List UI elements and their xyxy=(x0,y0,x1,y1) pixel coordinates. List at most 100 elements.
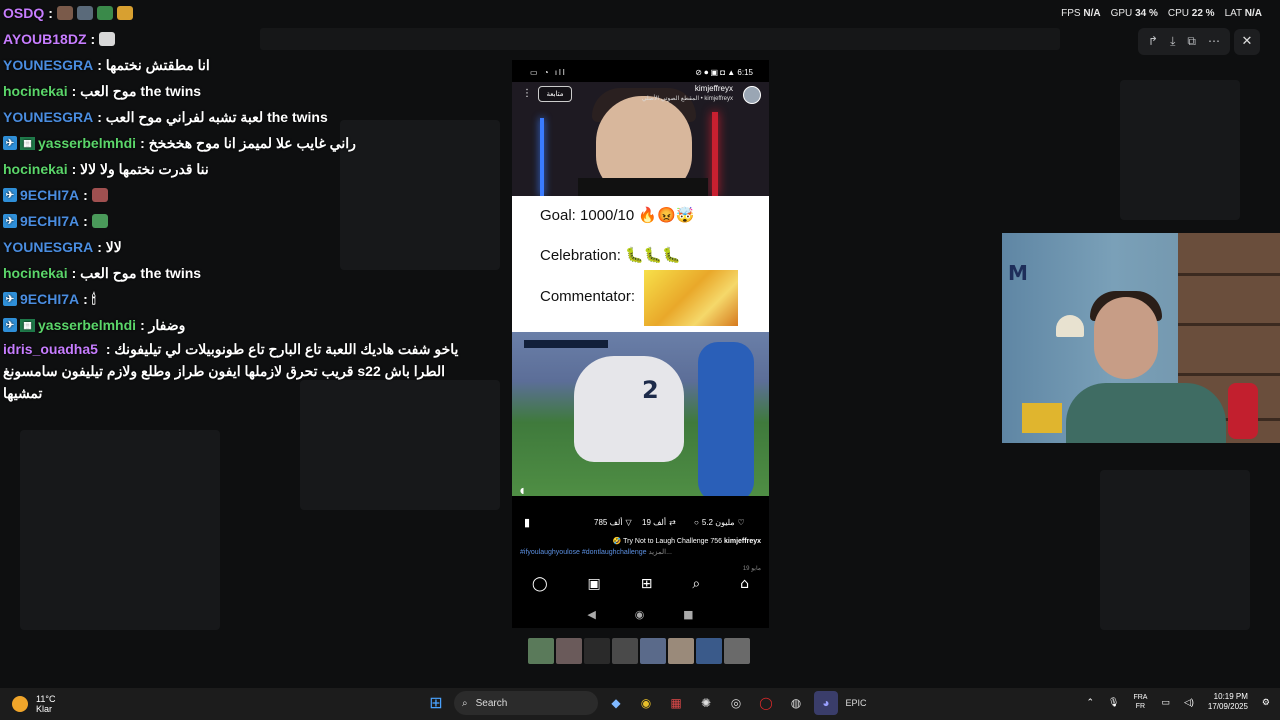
meme-celebration: Celebration: 🐛🐛🐛 xyxy=(540,247,682,264)
thumbnail[interactable] xyxy=(724,638,750,664)
account-name: kimjeffreyx xyxy=(694,84,733,93)
meme-commentator: Commentator: xyxy=(540,288,636,305)
performance-stats: FPS N/A GPU 34 % CPU 22 % LAT N/A xyxy=(1061,8,1262,19)
chat-username: OSDQ xyxy=(3,5,45,21)
reels-icon[interactable]: ▣ xyxy=(588,576,601,592)
chat-text: : xyxy=(90,31,96,47)
chat-message: idris_ouadha5 : ياخو شفت هاديك اللعبة تا… xyxy=(3,338,473,404)
chat-text: : راني غايب علا لميمز انا موح هخخخخ xyxy=(140,134,356,151)
recents-icon[interactable]: ■ xyxy=(683,608,693,621)
thumbnail[interactable] xyxy=(556,638,582,664)
app-icon[interactable]: ◎ xyxy=(724,691,748,715)
back-icon[interactable]: ◀ xyxy=(587,608,595,621)
system-tray: ⌃ 🎙 FRA FR ▭ ◁) 10:19 PM 17/09/2025 ⚙ xyxy=(1086,692,1270,712)
chat-username: hocinekai xyxy=(3,83,68,99)
notification-icon[interactable]: ⚙ xyxy=(1262,697,1270,708)
more-icon[interactable]: ⋯ xyxy=(1208,34,1220,49)
stat-fps: FPS N/A xyxy=(1061,8,1101,19)
steam-icon[interactable]: ◆ xyxy=(604,691,628,715)
chat-username: 9ECHI7A xyxy=(20,291,80,307)
chat-text: : موح العب the twins xyxy=(71,264,202,281)
reel-caption[interactable]: 🤣 Try Not to Laugh Challenge 756 kimjeff… xyxy=(512,536,769,575)
emote-icon xyxy=(99,32,116,46)
share-icon[interactable]: ↱ xyxy=(1148,34,1158,49)
stat-cpu: CPU 22 % xyxy=(1167,8,1215,19)
chat-message: YOUNESGRA : انا مطقتش نختمها xyxy=(3,52,503,78)
language-indicator[interactable]: FRA FR xyxy=(1133,693,1147,711)
profile-icon[interactable]: ◯ xyxy=(532,576,548,592)
android-nav-bar: ◀ ◉ ■ xyxy=(512,604,769,624)
home-button-icon[interactable]: ◉ xyxy=(635,608,645,621)
thumbnail[interactable] xyxy=(640,638,666,664)
chat-text: : لالا xyxy=(97,238,122,255)
chat-message: YOUNESGRA : لعبة تشبه لفراني موح العب th… xyxy=(3,104,503,130)
account-avatar[interactable] xyxy=(743,86,761,104)
thumbnail[interactable] xyxy=(668,638,694,664)
chatgpt-icon[interactable]: ✺ xyxy=(694,691,718,715)
close-icon[interactable]: ✕ xyxy=(1234,28,1260,55)
volume-icon[interactable]: ◁) xyxy=(1184,697,1194,708)
chat-username: hocinekai xyxy=(3,161,68,177)
chat-username: YOUNESGRA xyxy=(3,239,94,255)
create-icon[interactable]: ⊞ xyxy=(641,576,653,592)
stat-lat: LAT N/A xyxy=(1224,8,1262,19)
more-options-icon[interactable]: ⋮ xyxy=(522,88,532,99)
weather-widget[interactable]: 11°C Klar xyxy=(12,694,55,714)
search-icon[interactable]: ⌕ xyxy=(692,576,700,592)
white-player xyxy=(574,356,684,462)
chat-username: YOUNESGRA xyxy=(3,109,94,125)
chat-overlay: OSDQ : AYOUB18DZ : YOUNESGRA : انا مطقتش… xyxy=(3,0,503,404)
meme-goal: Goal: 1000/10 🔥😡🤯 xyxy=(540,207,695,224)
repost-action[interactable]: 19 ألف ⇄ xyxy=(642,518,676,527)
chat-message: ✈ ▦ yasserbelmhdi : راني غايب علا لميمز … xyxy=(3,130,503,156)
chrome-icon[interactable]: ◉ xyxy=(634,691,658,715)
bookmark-icon[interactable]: ▮ xyxy=(524,516,530,529)
temperature: 11°C xyxy=(36,694,56,704)
wall-logo: M xyxy=(1008,261,1028,285)
epic-games-icon[interactable]: EPIC xyxy=(844,691,868,715)
network-icon[interactable]: ▭ xyxy=(1161,697,1170,708)
neon-light xyxy=(712,112,718,196)
thumbnail[interactable] xyxy=(584,638,610,664)
thumbnail[interactable] xyxy=(696,638,722,664)
chat-text: : لعبة تشبه لفراني موح العب the twins xyxy=(97,108,328,125)
media-app-icon[interactable]: ▦ xyxy=(664,691,688,715)
chat-username: 9ECHI7A xyxy=(20,187,80,203)
chat-username: yasserbelmhdi xyxy=(38,317,137,333)
verified-badge-icon: ✈ xyxy=(3,318,17,332)
tray-overflow-icon[interactable]: ⌃ xyxy=(1086,697,1094,708)
overlay-toolbar: ↱ ⤓ ⧉ ⋯ xyxy=(1138,28,1230,55)
thumbnail[interactable] xyxy=(528,638,554,664)
app-icon[interactable]: ◍ xyxy=(784,691,808,715)
reel-video-top[interactable]: ⋮ متابعة kimjeffreyx المقطع الصوتي الأصل… xyxy=(512,82,769,196)
taskbar-apps: ⊞ ⌕ Search ◆ ◉ ▦ ✺ ◎ ◯ ◍ ◕ EPIC xyxy=(424,691,868,715)
chat-message: ✈ 9ECHI7A : 🕯 xyxy=(3,286,503,312)
taskbar-search[interactable]: ⌕ Search xyxy=(454,691,598,715)
share-action[interactable]: 785 ألف ▽ xyxy=(594,518,632,527)
person-shirt xyxy=(578,178,708,196)
home-icon[interactable]: ⌂ xyxy=(740,576,749,592)
jersey-number: 2 xyxy=(642,376,659,404)
microphone-icon[interactable]: 🎙 xyxy=(1108,697,1119,708)
chat-message: hocinekai : موح العب the twins xyxy=(3,78,503,104)
chat-username: 9ECHI7A xyxy=(20,213,80,229)
reel-video-bottom[interactable]: 2 ◖ xyxy=(512,332,769,496)
opera-icon[interactable]: ◯ xyxy=(754,691,778,715)
like-action[interactable]: ○ 5.2 مليون ♡ xyxy=(694,518,745,527)
follow-button[interactable]: متابعة xyxy=(538,86,572,102)
chat-text: : xyxy=(83,187,88,203)
account-info[interactable]: kimjeffreyx المقطع الصوتي الأصلي • kimje… xyxy=(642,84,733,104)
clock[interactable]: 10:19 PM 17/09/2025 xyxy=(1208,692,1248,712)
repost-icon: ⇄ xyxy=(669,518,676,527)
popout-icon[interactable]: ⧉ xyxy=(1187,34,1196,49)
taskbar: 11°C Klar ⊞ ⌕ Search ◆ ◉ ▦ ✺ ◎ ◯ ◍ ◕ EPI… xyxy=(0,688,1280,720)
thumbnail[interactable] xyxy=(612,638,638,664)
download-icon[interactable]: ⤓ xyxy=(1170,34,1175,49)
chat-text: : موح العب the twins xyxy=(71,82,202,99)
emote-icon xyxy=(91,214,108,228)
screen: FPS N/A GPU 34 % CPU 22 % LAT N/A ↱ ⤓ ⧉ … xyxy=(0,0,1280,720)
speaker-icon[interactable]: ◖ xyxy=(520,486,524,495)
pillow xyxy=(1022,403,1062,433)
discord-icon[interactable]: ◕ xyxy=(814,691,838,715)
windows-start-icon[interactable]: ⊞ xyxy=(424,691,448,715)
